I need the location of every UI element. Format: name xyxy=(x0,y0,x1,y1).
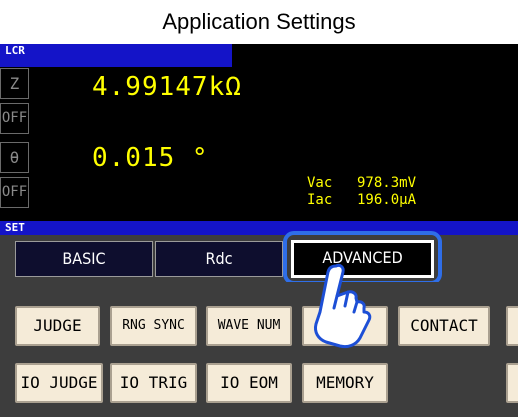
window-title: Application Settings xyxy=(162,9,356,34)
tab-basic[interactable]: BASIC xyxy=(15,241,153,277)
io-trig-button[interactable]: IO TRIG xyxy=(110,363,197,403)
lcr-section-label: LCR xyxy=(0,44,232,67)
param-1-button[interactable]: Z xyxy=(0,68,29,99)
monitor-iac-value: 196.0μA xyxy=(357,192,417,208)
param-1-label: Z xyxy=(9,74,20,93)
io-eom-button[interactable]: IO EOM xyxy=(206,363,292,403)
measurement-display xyxy=(0,67,518,221)
monitor-iac-label: Iac xyxy=(307,192,333,208)
monitor-vac-label: Vac xyxy=(307,175,333,191)
hand-pointer-icon xyxy=(314,263,372,349)
tab-rdc[interactable]: Rdc xyxy=(155,241,283,277)
memory-button[interactable]: MEMORY xyxy=(302,363,388,403)
param-4-button[interactable]: OFF xyxy=(0,177,29,208)
monitor-vac-value: 978.3mV xyxy=(357,175,417,191)
param-3-label: θ xyxy=(9,148,20,167)
contact-button[interactable]: CONTACT xyxy=(398,306,490,346)
param-4-label: OFF xyxy=(1,184,28,200)
secondary-reading: 0.015 ° xyxy=(92,143,209,173)
set-section-label: SET xyxy=(0,221,518,235)
io-judge-button[interactable]: IO JUDGE xyxy=(15,363,103,403)
param-2-button[interactable]: OFF xyxy=(0,103,29,134)
param-3-button[interactable]: θ xyxy=(0,142,29,173)
param-2-label: OFF xyxy=(1,110,28,126)
more-button-row1[interactable] xyxy=(506,306,518,346)
more-button-row2[interactable] xyxy=(506,363,518,403)
rng-sync-button[interactable]: RNG SYNC xyxy=(110,306,197,346)
wave-num-button[interactable]: WAVE NUM xyxy=(206,306,292,346)
primary-reading: 4.99147kΩ xyxy=(92,72,242,102)
judge-button[interactable]: JUDGE xyxy=(15,306,100,346)
